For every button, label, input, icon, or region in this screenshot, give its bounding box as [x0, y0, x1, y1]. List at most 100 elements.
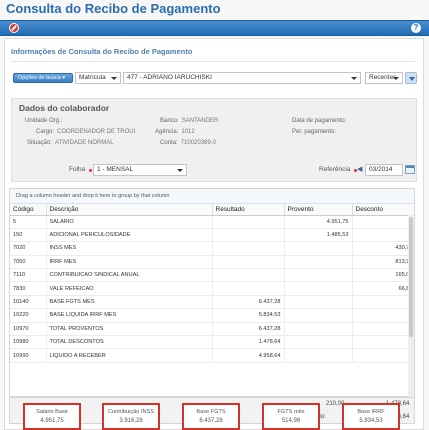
cell-code: 10990 — [10, 348, 47, 363]
status-row: Situação: ATIVIDADE NORMAL — [27, 140, 114, 146]
cell-earning — [284, 255, 353, 270]
search-options-label: Opções de busca — [18, 75, 61, 81]
cell-result — [212, 228, 285, 243]
filter-row: Folha 1 - MENSAL Referência ◀ 03/2014 — [13, 164, 417, 176]
scroll-thumb[interactable] — [409, 217, 413, 337]
prev-arrow-icon[interactable]: ◀ — [357, 165, 362, 173]
table-row[interactable]: 10980 TOTAL DESCONTOS 1.478,64 — [10, 335, 414, 350]
column-header-result[interactable]: Resultado — [212, 204, 285, 216]
bank-value: SANTANDER — [181, 118, 219, 124]
cell-result: 6.437,28 — [212, 322, 285, 337]
search-options-button[interactable]: Opções de busca ▾ — [13, 73, 73, 83]
role-row: Cargo: COORDENADOR DE TROUI — [36, 129, 135, 135]
summary-box: Salário Base 4.951,75 — [23, 403, 81, 430]
cell-deduction — [352, 295, 414, 310]
column-header-description[interactable]: Descrição — [46, 204, 213, 216]
cell-deduction: 813,92 — [352, 255, 414, 270]
cell-deduction — [352, 215, 414, 229]
paydate-label: Data de pagamento: — [292, 118, 347, 124]
cell-deduction: 430,78 — [352, 241, 414, 256]
status-label: Situação: — [27, 140, 53, 146]
summary-value: 4.951,75 — [40, 418, 64, 424]
payslip-grid: Drag a column header and drop it here to… — [9, 188, 415, 397]
account-row: Conta: 710020389-0 — [160, 140, 216, 146]
cell-description: BASE FGTS MES — [46, 295, 213, 310]
table-row[interactable]: 7110 CONTRIBUICAO SINDICAL ANUAL 165,06 — [10, 268, 414, 283]
cancel-icon[interactable] — [9, 23, 19, 33]
cell-result — [212, 281, 285, 296]
table-row[interactable]: 7830 VALE REFEICAO 66,88 — [10, 281, 414, 296]
table-row[interactable]: 10970 TOTAL PROVENTOS 6.437,28 — [10, 322, 414, 337]
help-icon[interactable]: ? — [411, 23, 421, 33]
cell-description: ADICIONAL PERICULOSIDADE — [46, 228, 213, 243]
cell-result — [212, 241, 285, 256]
summary-label: FGTS mês — [277, 409, 305, 415]
cell-result: 5.834,53 — [212, 308, 285, 323]
summary-value: 514,98 — [281, 418, 301, 424]
recent-select[interactable]: Recentes — [365, 72, 403, 84]
search-field-select[interactable]: Matrícula — [75, 72, 121, 84]
cell-code: 10970 — [10, 322, 47, 337]
column-header-code[interactable]: Código — [10, 204, 47, 216]
grid-scrollbar[interactable] — [408, 215, 414, 397]
cell-earning: 4.951,75 — [284, 215, 353, 229]
column-header-deduction[interactable]: Desconto — [352, 204, 414, 216]
table-row[interactable]: 10140 BASE FGTS MES 6.437,28 — [10, 295, 414, 310]
cell-description: INSS MES — [46, 241, 213, 256]
table-row[interactable]: 10990 LIQUIDO A RECEBER 4.958,64 — [10, 348, 414, 363]
paydate-row: Data de pagamento: — [292, 118, 349, 124]
unit-row: Unidade Org.: — [25, 118, 65, 124]
cell-earning — [284, 268, 353, 283]
cell-code: 7110 — [10, 268, 47, 283]
summary-box: FGTS mês 514,98 — [262, 403, 320, 430]
cell-earning — [284, 295, 353, 310]
ref-input[interactable]: 03/2014 — [365, 164, 403, 176]
table-row[interactable]: 7050 IRRF MES 813,92 — [10, 255, 414, 270]
employee-value: 477 - ADRIANO IARUCHISKI — [127, 74, 212, 81]
calendar-icon[interactable] — [405, 165, 415, 174]
table-row[interactable]: 7020 INSS MES 430,78 — [10, 241, 414, 256]
cell-earning — [284, 322, 353, 337]
cell-code: 5 — [10, 215, 47, 229]
cell-result: 6.437,28 — [212, 295, 285, 310]
cell-result: 4.958,64 — [212, 348, 285, 363]
agency-value: 1012 — [181, 129, 195, 135]
table-body: 5 SALARIO 4.951,75 150 ADICIONAL PERICULOSID… — [10, 215, 414, 363]
agency-row: Agência: 1012 — [155, 129, 195, 135]
summary-value: 5.834,53 — [359, 418, 383, 424]
table-row[interactable]: 5 SALARIO 4.951,75 — [10, 215, 414, 229]
employee-select[interactable]: 477 - ADRIANO IARUCHISKI — [123, 72, 361, 84]
chevron-down-icon — [111, 77, 117, 80]
cell-code: 10140 — [10, 295, 47, 310]
section-title: Informações de Consulta do Recibo de Pag… — [11, 47, 193, 56]
agency-label: Agência: — [155, 129, 179, 135]
toolbar: ? — [0, 20, 429, 36]
sheet-label: Folha — [69, 166, 86, 173]
cell-description: TOTAL PROVENTOS — [46, 322, 213, 337]
ref-value: 03/2014 — [369, 166, 393, 173]
account-value: 710020389-0 — [180, 140, 217, 146]
payslip-table: Código Descrição Resultado Provento Desc… — [10, 204, 414, 363]
cell-earning — [284, 281, 353, 296]
table-row[interactable]: 150 ADICIONAL PERICULOSIDADE 1.485,53 — [10, 228, 414, 243]
page-title: Consulta do Recibo de Pagamento — [6, 1, 221, 16]
table-row[interactable]: 10220 BASE LIQUIDA IRRF MES 5.834,53 — [10, 308, 414, 323]
period-label: Per. pagamento: — [292, 129, 337, 135]
column-header-earning[interactable]: Provento — [284, 204, 353, 216]
period-row: Per. pagamento: — [292, 129, 339, 135]
summary-value: 6.437,28 — [199, 418, 223, 424]
ref-label: Referência — [319, 166, 351, 173]
cell-code: 150 — [10, 228, 47, 243]
status-value: ATIVIDADE NORMAL — [55, 140, 114, 146]
role-label: Cargo: — [36, 129, 55, 135]
cell-result: 1.478,64 — [212, 335, 285, 350]
cell-description: TOTAL DESCONTOS — [46, 335, 213, 350]
summary-box: Base FGTS 6.437,28 — [182, 403, 240, 430]
summary-boxes: Salário Base 4.951,75 Contribuição INSS … — [4, 403, 426, 430]
cell-description: CONTRIBUICAO SINDICAL ANUAL — [46, 268, 213, 283]
cell-earning — [284, 348, 353, 363]
sheet-select[interactable]: 1 - MENSAL — [93, 164, 187, 176]
cell-description: LIQUIDO A RECEBER — [46, 348, 213, 363]
download-button[interactable] — [405, 72, 417, 84]
sheet-value: 1 - MENSAL — [97, 166, 134, 173]
